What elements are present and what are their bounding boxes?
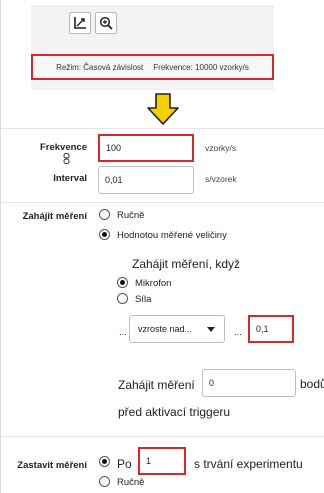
ellipsis: ...: [119, 327, 127, 338]
down-arrow-icon: [147, 93, 179, 125]
interval-unit: s/vzorek: [205, 174, 237, 184]
status-mode: Režim: Časová závislost: [56, 62, 144, 72]
threshold-input[interactable]: 0,1: [248, 315, 294, 343]
divider: [1, 436, 324, 437]
frequency-unit: vzorky/s: [205, 143, 237, 153]
divider: [1, 128, 324, 129]
pretrigger-input[interactable]: 0: [202, 369, 296, 397]
trigger-when-label: Zahájit měření, když: [132, 257, 241, 271]
stop-after-unit: s trvání experimentu: [194, 457, 303, 471]
pretrigger-unit: bodů: [300, 377, 324, 391]
start-label: Zahájit měření: [22, 211, 87, 222]
stop-after-input[interactable]: 1: [138, 447, 186, 475]
zoom-icon: [99, 16, 113, 30]
source-force-label: Síla: [135, 294, 152, 305]
stop-manual-label: Ručně: [117, 477, 145, 488]
link-icon[interactable]: [63, 153, 70, 164]
frequency-label: Frekvence: [39, 142, 87, 153]
stop-after-radio[interactable]: [99, 456, 110, 467]
source-microphone-label: Mikrofon: [135, 278, 172, 289]
pretrigger-suffix: před aktivací triggeru: [118, 405, 231, 419]
stop-after-label: Po: [117, 457, 132, 471]
status-frequency: Frekvence: 10000 vzorky/s: [153, 62, 249, 72]
ellipsis: ...: [234, 327, 242, 338]
source-microphone-radio[interactable]: [117, 277, 128, 288]
condition-select[interactable]: vzroste nad...: [129, 315, 225, 343]
stop-manual-radio[interactable]: [99, 476, 110, 487]
stop-label: Zastavit měření: [17, 460, 87, 471]
start-value-radio[interactable]: [99, 229, 110, 240]
start-value-label: Hodnotou měřené veličiny: [117, 230, 227, 241]
start-manual-radio[interactable]: [99, 209, 110, 220]
condition-select-value: vzroste nad...: [138, 324, 193, 334]
start-manual-label: Ručně: [117, 210, 145, 221]
chevron-down-icon: [207, 327, 215, 332]
pretrigger-label: Zahájit měření: [118, 378, 195, 392]
status-bar: Režim: Časová závislost Frekvence: 10000…: [31, 54, 274, 80]
interval-input[interactable]: 0,01: [98, 166, 194, 194]
chart-axis-button[interactable]: [69, 12, 91, 34]
chart-axis-icon: [74, 17, 86, 29]
settings-panel: Režim: Časová závislost Frekvence: 10000…: [0, 0, 324, 493]
source-force-radio[interactable]: [117, 293, 128, 304]
frequency-input[interactable]: 100: [98, 134, 194, 162]
divider: [1, 202, 324, 203]
interval-label: Interval: [53, 173, 87, 184]
zoom-button[interactable]: [95, 12, 117, 34]
